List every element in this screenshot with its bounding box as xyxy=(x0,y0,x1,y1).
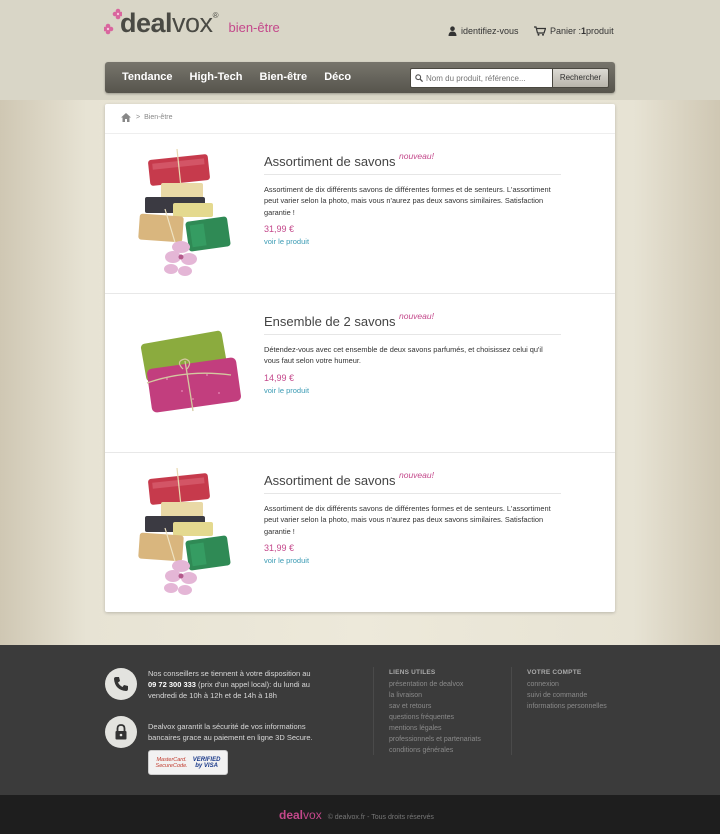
security-line-1: Dealvox garantit la sécurité de vos info… xyxy=(148,722,306,731)
footer-link[interactable]: mentions légales xyxy=(389,723,481,734)
support-text: Nos conseillers se tiennent à votre disp… xyxy=(148,668,311,701)
product-description: Détendez-vous avec cet ensemble de deux … xyxy=(264,345,543,366)
login-label: identifiez-vous xyxy=(461,26,519,36)
product-item: Ensemble de 2 savons nouveau! Détendez-v… xyxy=(105,293,615,451)
footer-link[interactable]: suivi de commande xyxy=(527,690,607,701)
lock-circle xyxy=(105,716,137,748)
account-links-column: VOTRE COMPTE connexion suivi de commande… xyxy=(527,669,607,712)
footer-link[interactable]: la livraison xyxy=(389,690,481,701)
security-text: Dealvox garantit la sécurité de vos info… xyxy=(148,721,313,743)
useful-links-column: LIENS UTILES présentation de dealvox la … xyxy=(389,669,481,756)
cart-prefix: Panier : xyxy=(550,26,582,36)
logo-registered-mark: ® xyxy=(212,11,219,20)
bottom-logo-deal[interactable]: deal xyxy=(279,808,303,822)
dealvox-logo[interactable]: deal vox ® bien-être xyxy=(104,8,280,39)
site-header: deal vox ® bien-être identifiez-vous Pan… xyxy=(0,0,720,60)
footer-link[interactable]: professionnels et partenariats xyxy=(389,734,481,745)
footer-link[interactable]: sav et retours xyxy=(389,701,481,712)
product-price: 31,99 € xyxy=(264,543,295,553)
product-description: Assortiment de dix différents savons de … xyxy=(264,504,551,536)
product-title[interactable]: Assortiment de savons xyxy=(264,473,396,488)
footer-link[interactable]: connexion xyxy=(527,679,607,690)
view-product-link[interactable]: voir le produit xyxy=(264,556,309,565)
cart-suffix: produit xyxy=(586,26,614,36)
footer-link[interactable]: présentation de dealvox xyxy=(389,679,481,690)
breadcrumb-separator: > xyxy=(136,114,141,121)
product-title-divider xyxy=(264,334,561,335)
product-item: Assortiment de savons nouveau! Assortime… xyxy=(105,134,615,292)
soap-stack-image[interactable] xyxy=(127,149,245,279)
footer-link[interactable]: questions fréquentes xyxy=(389,712,481,723)
breadcrumb: > Bien-être xyxy=(121,113,173,122)
lock-icon xyxy=(115,724,127,740)
home-icon[interactable] xyxy=(121,113,131,122)
view-product-link[interactable]: voir le produit xyxy=(264,237,309,246)
product-item: Assortiment de savons nouveau! Assortime… xyxy=(105,452,615,610)
main-navbar: Tendance High-Tech Bien-être Déco Recher… xyxy=(105,62,615,93)
flower-icon xyxy=(104,8,122,35)
footer-divider xyxy=(511,667,512,755)
bottom-credits: deal vox © dealvox.fr - Tous droits réser… xyxy=(279,808,434,822)
product-title[interactable]: Assortiment de savons xyxy=(264,154,396,169)
footer-link[interactable]: conditions générales xyxy=(389,745,481,756)
visa-line-1: VERIFIED xyxy=(192,756,221,763)
footer-link[interactable]: informations personnelles xyxy=(527,701,607,712)
product-price: 14,99 € xyxy=(264,373,295,383)
soap-pair-image[interactable] xyxy=(127,309,245,439)
logo-vox-text: vox xyxy=(172,8,213,38)
support-line-2: (prix d'un appel local): du lundi au xyxy=(195,680,310,689)
search-button[interactable]: Rechercher xyxy=(552,68,609,88)
useful-links-title: LIENS UTILES xyxy=(389,669,436,676)
support-line-3: vendredi de 10h à 12h et de 14h à 18h xyxy=(148,691,277,700)
product-price: 31,99 € xyxy=(264,224,295,234)
verified-by-visa-badge: VERIFIED by VISA xyxy=(193,757,221,769)
new-badge: nouveau! xyxy=(399,311,434,321)
bottom-bar: deal vox © dealvox.fr - Tous droits réser… xyxy=(0,795,720,834)
product-title-divider xyxy=(264,493,561,494)
product-description: Assortiment de dix différents savons de … xyxy=(264,185,551,217)
login-link[interactable]: identifiez-vous xyxy=(448,26,519,36)
phone-icon xyxy=(114,677,128,691)
security-line-2: bancaires grace au paiement en ligne 3D … xyxy=(148,733,313,742)
logo-deal-text: deal xyxy=(120,8,173,38)
bottom-logo-vox[interactable]: vox xyxy=(303,808,322,822)
new-badge: nouveau! xyxy=(399,151,434,161)
account-title: VOTRE COMPTE xyxy=(527,669,582,676)
nav-menu: Tendance High-Tech Bien-être Déco xyxy=(122,71,368,83)
mastercard-line-1: MasterCard. xyxy=(156,756,187,763)
nav-item-tendance[interactable]: Tendance xyxy=(122,71,173,83)
payment-badges: MasterCard. SecureCode. VERIFIED by VISA xyxy=(148,750,228,775)
logo-tagline: bien-être xyxy=(228,20,280,35)
nav-item-bien-etre[interactable]: Bien-être xyxy=(260,71,308,83)
search-input[interactable] xyxy=(426,73,546,83)
search-icon xyxy=(415,74,423,82)
soap-stack-image[interactable] xyxy=(127,468,245,598)
visa-line-2: by VISA xyxy=(195,762,218,769)
cart-icon xyxy=(534,26,546,36)
product-title[interactable]: Ensemble de 2 savons xyxy=(264,314,396,329)
cart-link[interactable]: Panier : 1 produit xyxy=(534,26,614,36)
search-box xyxy=(410,68,553,88)
support-phone[interactable]: 09 72 300 333 xyxy=(148,680,196,689)
support-line-1: Nos conseillers se tiennent à votre disp… xyxy=(148,669,311,678)
phone-circle xyxy=(105,668,137,700)
view-product-link[interactable]: voir le produit xyxy=(264,386,309,395)
product-list-panel: > Bien-être Assortiment de savons nouvea… xyxy=(105,104,615,612)
footer-divider xyxy=(373,667,374,755)
copyright-text: © dealvox.fr - Tous droits réservés xyxy=(327,814,434,821)
product-title-divider xyxy=(264,174,561,175)
site-footer: Nos conseillers se tiennent à votre disp… xyxy=(0,645,720,795)
nav-item-high-tech[interactable]: High-Tech xyxy=(190,71,243,83)
user-icon xyxy=(448,26,457,36)
mastercard-line-2: SecureCode. xyxy=(155,762,188,769)
mastercard-securecode-badge: MasterCard. SecureCode. xyxy=(156,757,188,769)
new-badge: nouveau! xyxy=(399,470,434,480)
nav-item-deco[interactable]: Déco xyxy=(324,71,351,83)
breadcrumb-current: Bien-être xyxy=(144,114,173,121)
